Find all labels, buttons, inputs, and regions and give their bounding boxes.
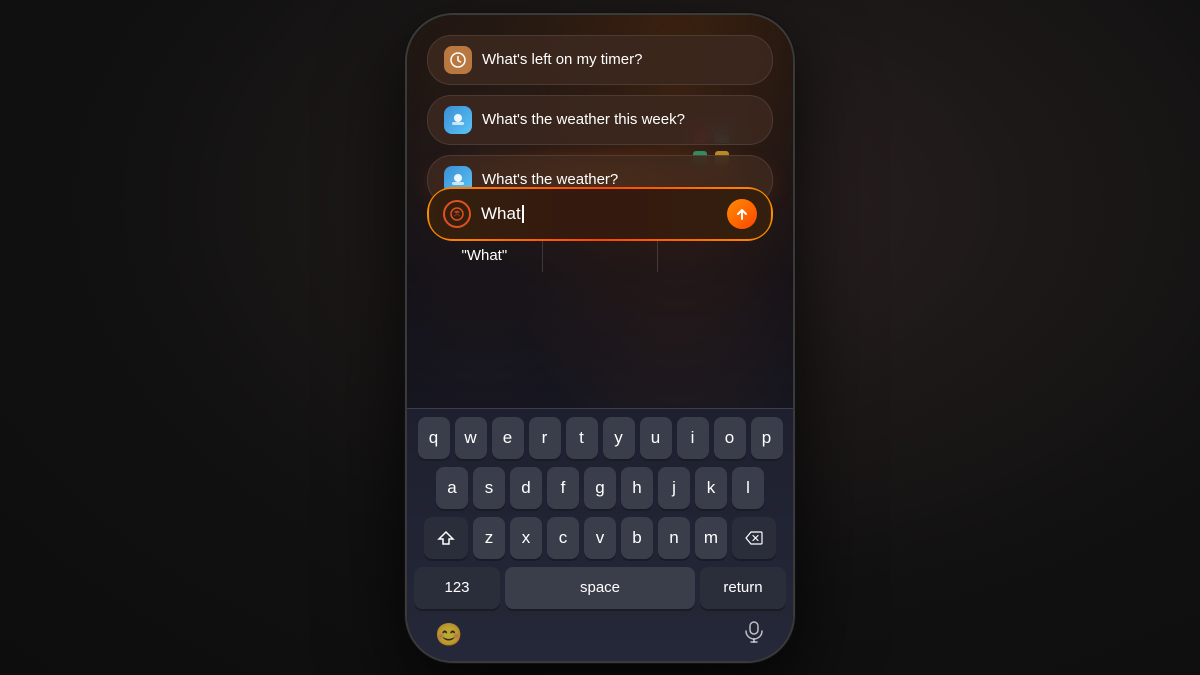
key-l[interactable]: l bbox=[732, 467, 764, 509]
suggestion-item-0[interactable]: What's left on my timer? bbox=[427, 35, 773, 85]
suggestion-text-0: What's left on my timer? bbox=[482, 51, 642, 68]
key-g[interactable]: g bbox=[584, 467, 616, 509]
key-h[interactable]: h bbox=[621, 467, 653, 509]
key-x[interactable]: x bbox=[510, 517, 542, 559]
key-i[interactable]: i bbox=[677, 417, 709, 459]
mic-icon[interactable] bbox=[743, 621, 765, 649]
key-e[interactable]: e bbox=[492, 417, 524, 459]
autocomplete-item-1[interactable] bbox=[543, 239, 659, 272]
numbers-key[interactable]: 123 bbox=[414, 567, 500, 609]
key-y[interactable]: y bbox=[603, 417, 635, 459]
key-m[interactable]: m bbox=[695, 517, 727, 559]
return-key[interactable]: return bbox=[700, 567, 786, 609]
autocomplete-bar: "What" bbox=[427, 239, 773, 272]
keyboard: q w e r t y u i o p a s d f g h j k bbox=[407, 408, 793, 661]
key-s[interactable]: s bbox=[473, 467, 505, 509]
phone-frame: What's left on my timer? What's the weat… bbox=[405, 13, 795, 663]
keyboard-row-3: z x c v b n m bbox=[411, 517, 789, 559]
cursor bbox=[522, 205, 524, 223]
suggestion-text-1: What's the weather this week? bbox=[482, 111, 685, 128]
key-r[interactable]: r bbox=[529, 417, 561, 459]
key-f[interactable]: f bbox=[547, 467, 579, 509]
key-w[interactable]: w bbox=[455, 417, 487, 459]
key-a[interactable]: a bbox=[436, 467, 468, 509]
search-bar-container: What bbox=[427, 187, 773, 241]
key-b[interactable]: b bbox=[621, 517, 653, 559]
delete-key[interactable] bbox=[732, 517, 776, 559]
autocomplete-item-0[interactable]: "What" bbox=[427, 239, 543, 272]
space-key[interactable]: space bbox=[505, 567, 695, 609]
key-d[interactable]: d bbox=[510, 467, 542, 509]
suggestion-text-2: What's the weather? bbox=[482, 171, 618, 188]
keyboard-bottom-bar: 😊 bbox=[411, 617, 789, 657]
shift-key[interactable] bbox=[424, 517, 468, 559]
search-input-value: What bbox=[481, 204, 521, 223]
key-q[interactable]: q bbox=[418, 417, 450, 459]
key-t[interactable]: t bbox=[566, 417, 598, 459]
weather-icon-1 bbox=[444, 106, 472, 134]
key-n[interactable]: n bbox=[658, 517, 690, 559]
key-p[interactable]: p bbox=[751, 417, 783, 459]
phone-screen: What's left on my timer? What's the weat… bbox=[407, 15, 793, 661]
keyboard-row-2: a s d f g h j k l bbox=[411, 467, 789, 509]
suggestion-pills: What's left on my timer? What's the weat… bbox=[427, 35, 773, 205]
key-o[interactable]: o bbox=[714, 417, 746, 459]
search-input[interactable]: What bbox=[481, 204, 717, 224]
siri-icon bbox=[443, 200, 471, 228]
search-bar[interactable]: What bbox=[427, 187, 773, 241]
key-c[interactable]: c bbox=[547, 517, 579, 559]
autocomplete-item-2[interactable] bbox=[658, 239, 773, 272]
send-button[interactable] bbox=[727, 199, 757, 229]
key-j[interactable]: j bbox=[658, 467, 690, 509]
suggestion-item-1[interactable]: What's the weather this week? bbox=[427, 95, 773, 145]
emoji-icon[interactable]: 😊 bbox=[435, 622, 462, 648]
clock-icon bbox=[444, 46, 472, 74]
key-u[interactable]: u bbox=[640, 417, 672, 459]
keyboard-row-4: 123 space return bbox=[411, 567, 789, 609]
key-v[interactable]: v bbox=[584, 517, 616, 559]
key-z[interactable]: z bbox=[473, 517, 505, 559]
key-k[interactable]: k bbox=[695, 467, 727, 509]
keyboard-row-1: q w e r t y u i o p bbox=[411, 417, 789, 459]
